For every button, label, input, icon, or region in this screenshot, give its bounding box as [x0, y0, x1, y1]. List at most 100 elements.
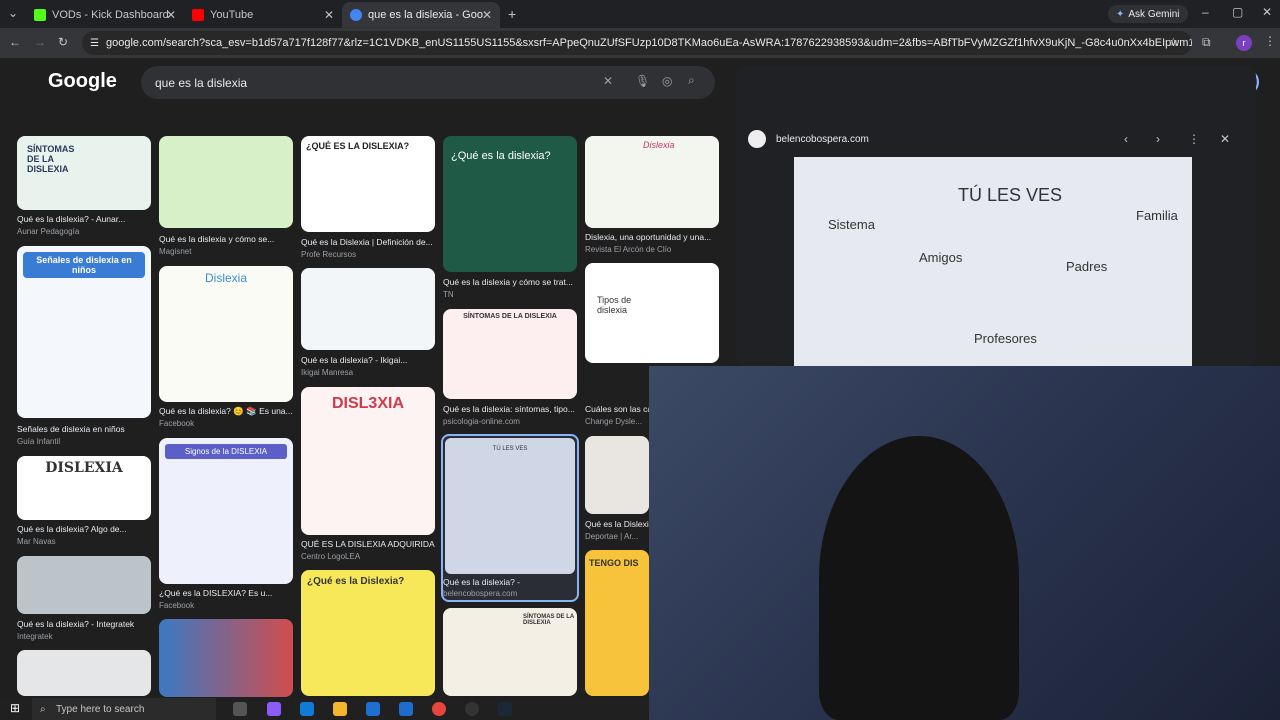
result-source[interactable]: Facebook	[159, 601, 293, 610]
close-tab-icon[interactable]: ✕	[324, 8, 334, 22]
mail-icon[interactable]	[399, 702, 413, 716]
maximize-icon[interactable]: ▢	[1232, 5, 1243, 19]
back-icon[interactable]: ←	[9, 35, 21, 49]
clear-search-icon[interactable]: ✕	[603, 74, 613, 88]
result-caption[interactable]: Qué es la dislexia? 😊 📚 Es una...	[159, 406, 293, 417]
task-view-icon[interactable]	[233, 702, 247, 716]
result-source[interactable]: Integratek	[17, 632, 151, 641]
result-source[interactable]: Magisnet	[159, 247, 293, 256]
microphone-icon[interactable]: 🎙	[635, 74, 650, 88]
windows-start-icon[interactable]: ⊞	[10, 701, 20, 715]
image-result[interactable]	[301, 268, 435, 350]
ask-gemini-button[interactable]: ✦ Ask Gemini	[1108, 5, 1188, 23]
image-result[interactable]: ¿Qué es la Dislexia?	[301, 570, 435, 696]
site-info-icon[interactable]: ☰	[90, 38, 99, 49]
result-caption[interactable]: Señales de dislexia en niños	[17, 424, 151, 434]
result-caption[interactable]: Qué es la Dislexia | Definición de...	[301, 237, 435, 247]
preview-site-name[interactable]: belencobospera.com	[776, 134, 869, 145]
tab-list-icon[interactable]: ⌄	[8, 6, 18, 20]
chrome-icon[interactable]	[432, 702, 446, 716]
previous-icon[interactable]: ‹	[1124, 132, 1128, 146]
image-result[interactable]: Signos de la DISLEXIA	[159, 438, 293, 584]
result-source[interactable]: Mar Navas	[17, 537, 151, 546]
more-options-icon[interactable]: ⋮	[1188, 132, 1200, 146]
search-input[interactable]: que es la dislexia ✕ 🎙 ◎ ⌕	[141, 66, 715, 99]
image-result[interactable]: Dislexia	[585, 136, 719, 228]
new-tab-icon[interactable]: +	[508, 6, 516, 22]
reload-icon[interactable]: ↻	[58, 35, 68, 49]
result-caption[interactable]: Qué es la dislexia? - Ikigai...	[301, 355, 435, 365]
image-text: Dislexia	[204, 271, 247, 285]
image-result[interactable]: SÍNTOMAS DE LA DISLEXIA	[443, 608, 577, 696]
result-source[interactable]: Guía Infantil	[17, 437, 151, 446]
image-result[interactable]	[159, 136, 293, 228]
result-caption[interactable]: QUÉ ES LA DISLEXIA ADQUIRIDA...	[301, 539, 435, 549]
file-explorer-icon[interactable]	[333, 702, 347, 716]
result-caption[interactable]: Qué es la dislexia y cómo se...	[159, 234, 293, 244]
edge-icon[interactable]	[300, 702, 314, 716]
result-source[interactable]: Change Dysle...	[585, 417, 649, 426]
image-result[interactable]: Señales de dislexia en niños	[17, 246, 151, 418]
result-source[interactable]: Ikigai Manresa	[301, 368, 435, 377]
search-icon[interactable]: ⌕	[688, 73, 695, 88]
lens-icon[interactable]: ◎	[662, 74, 672, 88]
result-caption[interactable]: Qué es la dislexia? - Integratek	[17, 619, 151, 629]
copilot-icon[interactable]	[267, 702, 281, 716]
result-source[interactable]: Facebook	[159, 419, 293, 428]
menu-icon[interactable]: ⋮	[1264, 34, 1276, 48]
result-source[interactable]: Aunar Pedagogía	[17, 227, 151, 236]
next-icon[interactable]: ›	[1156, 132, 1160, 146]
image-result[interactable]: Dislexia	[159, 266, 293, 402]
image-preview-panel: belencobospera.com ‹ › ⋮ ✕ TÚ LES VES Si…	[736, 66, 1256, 366]
obs-icon[interactable]	[465, 702, 479, 716]
address-bar[interactable]: ☰ google.com/search?sca_esv=b1d57a717f12…	[82, 31, 1192, 55]
result-source[interactable]: Revista El Arcón de Clío	[585, 245, 719, 254]
result-source[interactable]: Profe Recursos	[301, 250, 435, 259]
preview-image[interactable]: TÚ LES VES Sistema Familia Amigos Padres…	[794, 157, 1192, 366]
image-result[interactable]: DISL3XIA	[301, 387, 435, 535]
preview-image-title: TÚ LES VES	[958, 185, 1063, 205]
minimize-icon[interactable]: –	[1202, 5, 1209, 19]
store-icon[interactable]	[366, 702, 380, 716]
result-source[interactable]: psicologia-online.com	[443, 417, 577, 426]
forward-icon[interactable]: →	[34, 35, 46, 49]
result-caption[interactable]: ¿Qué es la DISLEXIA? Es u...	[159, 588, 293, 598]
steam-icon[interactable]	[498, 702, 512, 716]
result-caption[interactable]: Qué es la dislexia? - Aunar...	[17, 214, 151, 224]
result-caption[interactable]: Qué es la dislexia? Algo de...	[17, 524, 151, 534]
close-preview-icon[interactable]: ✕	[1220, 132, 1230, 146]
result-caption[interactable]: Cuáles son las ca...	[585, 404, 649, 414]
image-result[interactable]: DISLEXIA	[17, 456, 151, 520]
preview-label: Amigos	[919, 250, 963, 265]
profile-avatar[interactable]: r	[1236, 35, 1252, 51]
image-result[interactable]: TENGO DIS	[585, 550, 649, 696]
result-caption[interactable]: Qué es la dislexia y cómo se trat...	[443, 277, 577, 287]
result-caption[interactable]: Qué es la dislexia? -	[443, 577, 577, 587]
extensions-icon[interactable]: ⧉	[1202, 35, 1211, 50]
result-caption[interactable]: Dislexia, una oportunidad y una...	[585, 232, 719, 242]
google-logo[interactable]: Google	[48, 70, 117, 93]
tab-google-search[interactable]: que es la dislexia - Google Sea ✕	[342, 2, 500, 28]
image-result[interactable]: SÍNTOMAS DE LA DISLEXIA	[17, 136, 151, 210]
image-result[interactable]	[159, 619, 293, 697]
image-result[interactable]: Tipos de dislexia	[585, 263, 719, 363]
bookmark-star-icon[interactable]: ☆	[1168, 35, 1179, 49]
close-window-icon[interactable]: ✕	[1262, 5, 1272, 19]
image-result[interactable]	[585, 436, 649, 514]
image-result[interactable]	[17, 650, 151, 696]
result-caption[interactable]: Qué es la Dislexia...	[585, 519, 649, 529]
result-caption[interactable]: Qué es la dislexia: síntomas, tipo...	[443, 404, 577, 414]
image-result[interactable]	[17, 556, 151, 614]
image-result[interactable]: ¿QUÉ ES LA DISLEXIA?	[301, 136, 435, 232]
result-source[interactable]: Deportae | Ar...	[585, 532, 649, 541]
result-source[interactable]: TN	[443, 290, 577, 299]
close-tab-icon[interactable]: ✕	[482, 8, 492, 22]
taskbar-search[interactable]: ⌕ Type here to search	[32, 698, 216, 720]
image-result[interactable]: ¿Qué es la dislexia?	[443, 136, 577, 272]
tab-youtube[interactable]: YouTube ✕	[184, 2, 342, 28]
result-source[interactable]: belencobospera.com	[443, 589, 577, 598]
image-result[interactable]: SÍNTOMAS DE LA DISLEXIA	[443, 309, 577, 399]
result-source[interactable]: Centro LogoLEA	[301, 552, 435, 561]
close-tab-icon[interactable]: ✕	[166, 8, 176, 22]
tab-kick[interactable]: VODs - Kick Dashboard ✕	[26, 2, 184, 28]
